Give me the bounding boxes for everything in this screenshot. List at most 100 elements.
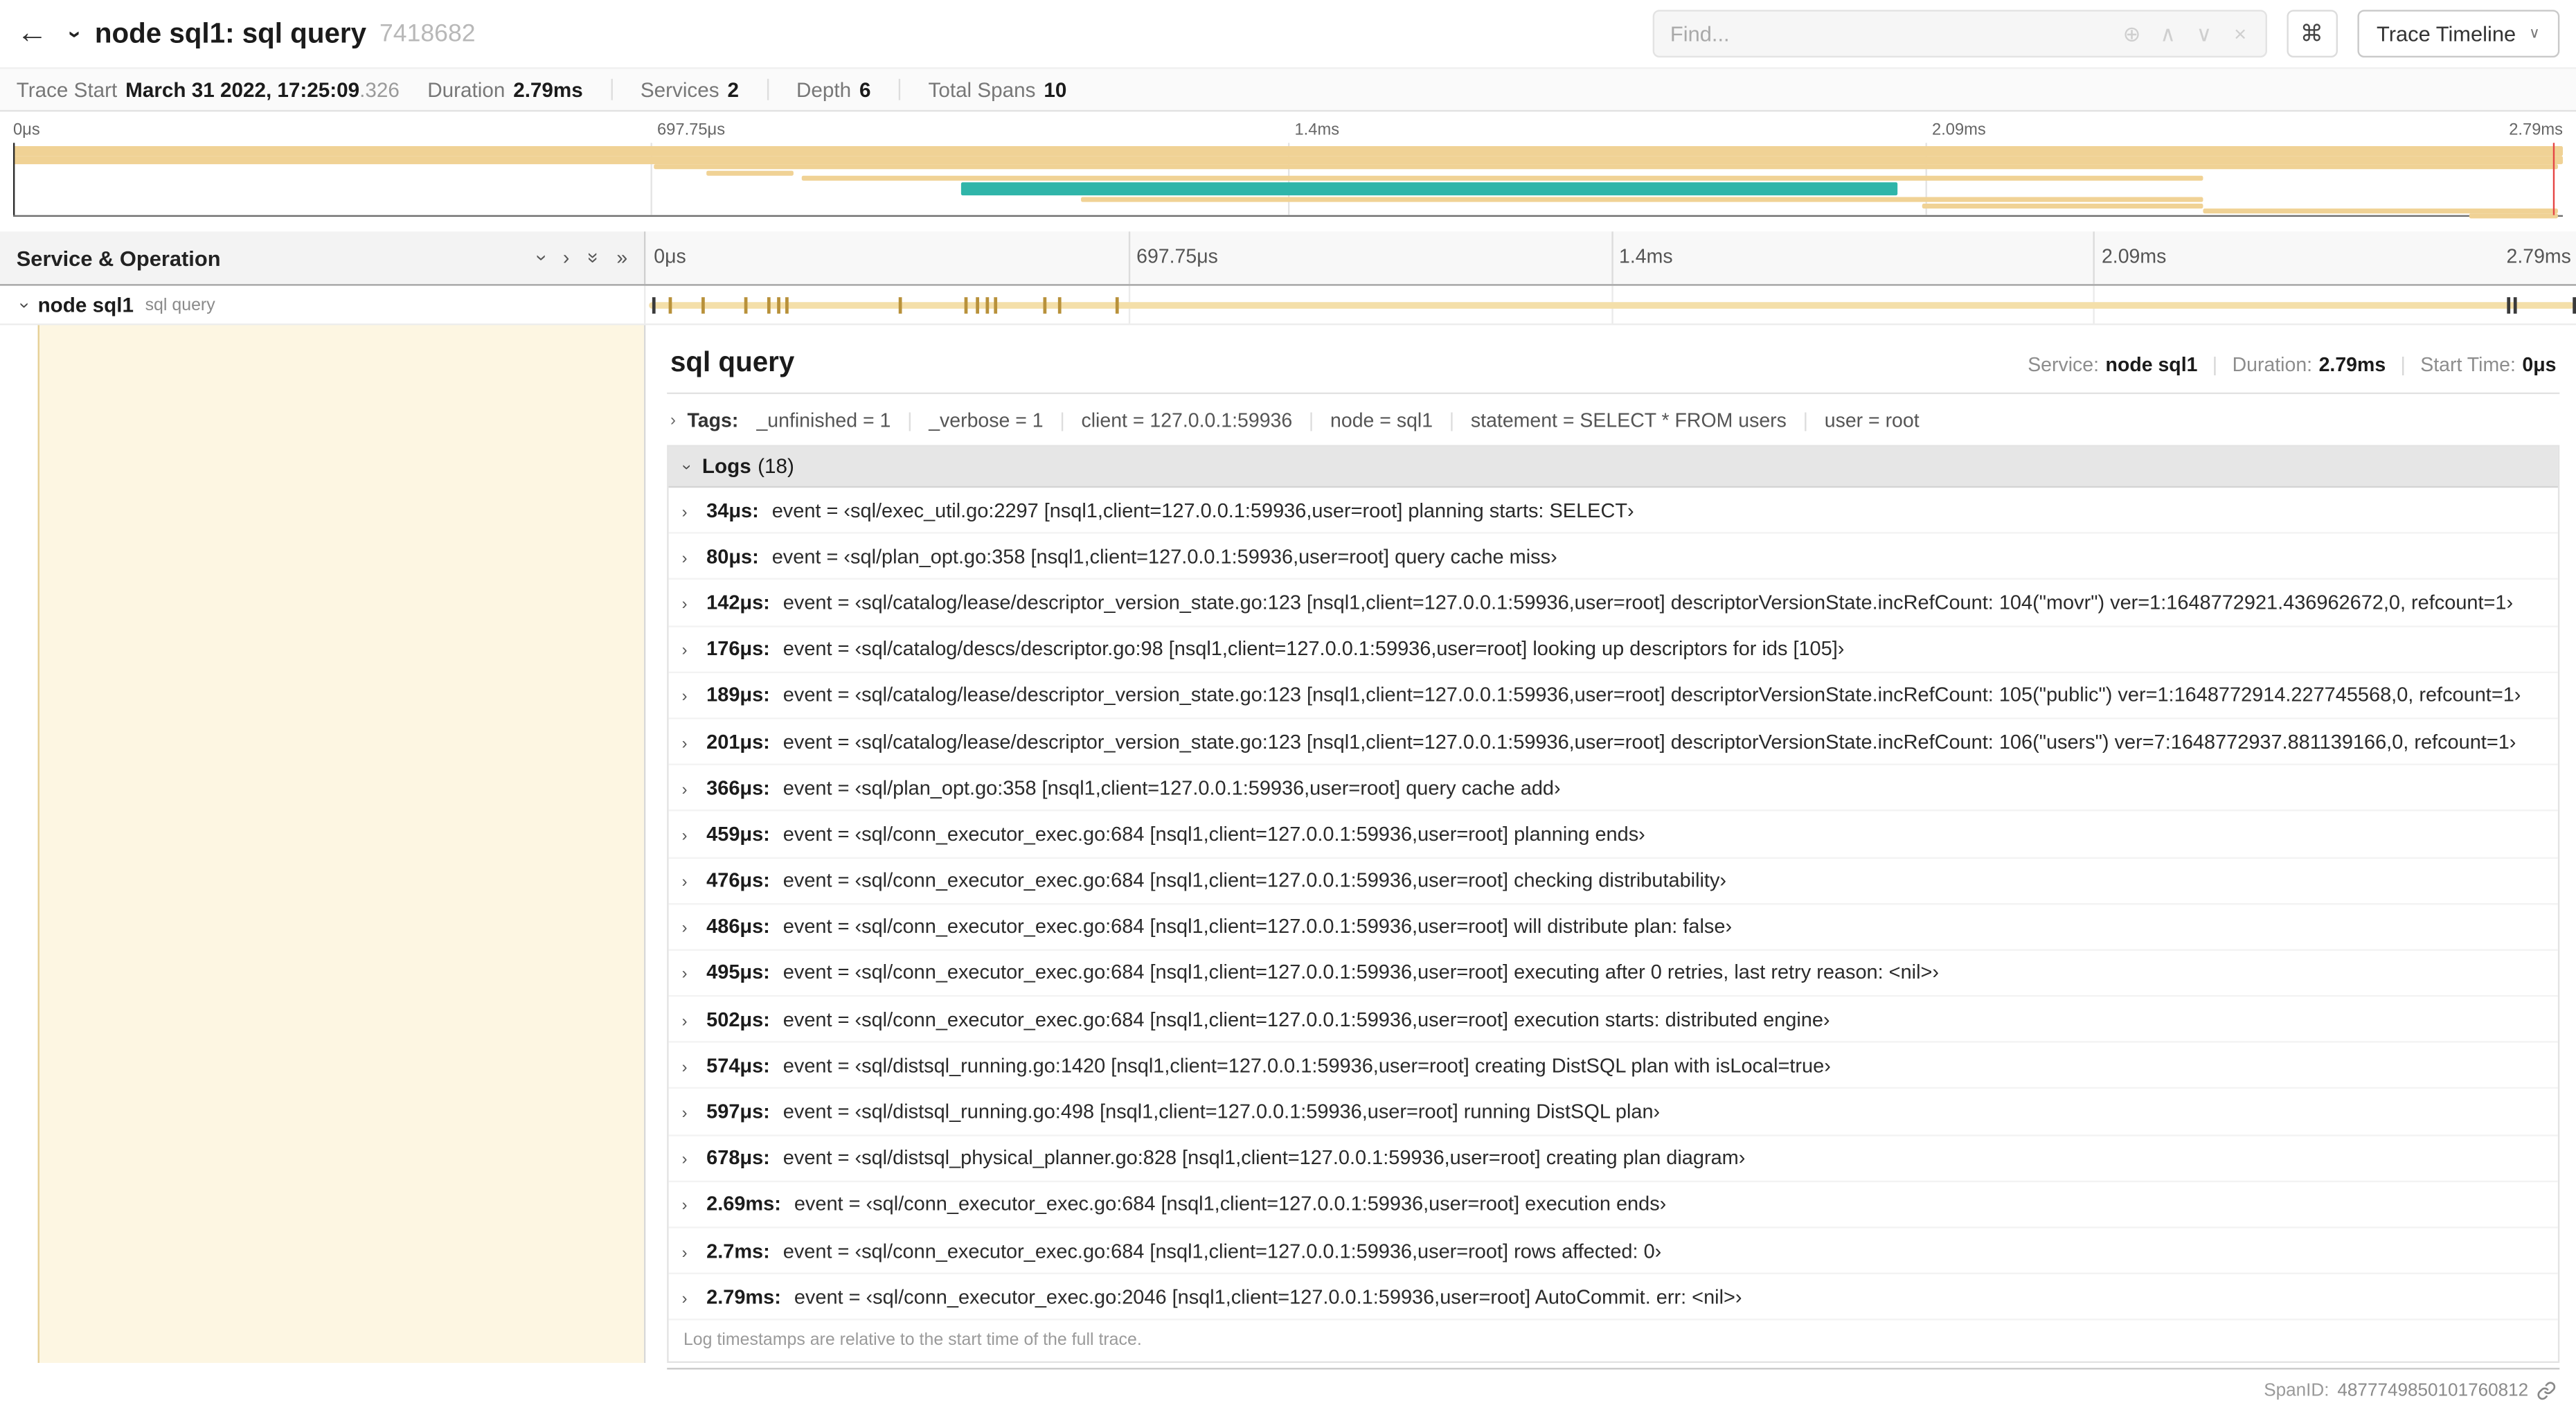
- span-detail-header: sql query Service: node sql1 | Duration: 2.7…: [667, 325, 2560, 395]
- match-count-icon[interactable]: ⊕: [2113, 21, 2149, 47]
- trace-minimap: 0μs 697.75μs 1.4ms 2.09ms 2.79ms: [0, 111, 2576, 218]
- chevron-right-icon: ›: [681, 827, 688, 846]
- keyboard-shortcuts-button[interactable]: ⌘: [2286, 10, 2338, 57]
- chevron-down-icon[interactable]: ›: [14, 291, 33, 319]
- log-row[interactable]: › 678μs: event = ‹sql/distsql_physical_pla…: [668, 1136, 2558, 1182]
- double-chevron-down-icon[interactable]: »: [582, 252, 605, 263]
- chevron-down-icon[interactable]: ›: [530, 255, 553, 261]
- tag-item: node = sql1: [1330, 409, 1433, 432]
- log-row[interactable]: › 34μs: event = ‹sql/exec_util.go:2297 [ns…: [668, 488, 2558, 535]
- minimap-left-scrubber[interactable]: [12, 143, 15, 215]
- chevron-right-icon: ›: [681, 1197, 688, 1216]
- log-row[interactable]: › 201μs: event = ‹sql/catalog/lease/descri…: [668, 719, 2558, 766]
- log-timestamp: 142μs:: [706, 591, 770, 614]
- logs-label: Logs: [701, 454, 751, 478]
- log-row[interactable]: › 176μs: event = ‹sql/catalog/descs/descri…: [668, 627, 2558, 673]
- log-tick-mark: [1058, 297, 1062, 314]
- log-tick-mark: [744, 297, 748, 314]
- log-row[interactable]: › 2.7ms: event = ‹sql/conn_executor_exec.g…: [668, 1229, 2558, 1275]
- log-row[interactable]: › 2.79ms: event = ‹sql/conn_executor_exec.…: [668, 1274, 2558, 1321]
- summary-item: Trace Start March 31 2022, 17:25:09.326: [17, 78, 400, 101]
- log-row[interactable]: › 366μs: event = ‹sql/plan_opt.go:358 [nsq…: [668, 765, 2558, 812]
- log-tick-mark: [976, 297, 979, 314]
- prev-result-icon[interactable]: ∧: [2150, 21, 2186, 47]
- tag-item: statement = SELECT * FROM users: [1470, 409, 1787, 432]
- log-timestamp: 495μs:: [706, 961, 770, 985]
- chevron-right-icon: ›: [681, 596, 688, 614]
- service-operation-header: Service & Operation › › » »: [0, 231, 646, 285]
- summary-divider: [611, 78, 613, 100]
- log-event-text: event = ‹sql/conn_executor_exec.go:684 […: [782, 868, 1727, 892]
- minimap-canvas[interactable]: [12, 143, 2564, 218]
- log-event-text: event = ‹sql/plan_opt.go:358 [nsql1,clie…: [782, 776, 1561, 800]
- span-row-name-cell[interactable]: › node sql1 sql query: [0, 285, 646, 324]
- log-timestamp: 597μs:: [706, 1100, 770, 1123]
- clear-find-icon[interactable]: ×: [2222, 21, 2258, 47]
- minimap-span-bar: [706, 170, 794, 175]
- chevron-right-icon: ›: [681, 1244, 688, 1262]
- span-row-track[interactable]: [645, 285, 2576, 324]
- expand-collapse-controls: › › » »: [530, 248, 627, 267]
- log-row[interactable]: › 476μs: event = ‹sql/conn_executor_exec.g…: [668, 858, 2558, 904]
- find-input[interactable]: [1670, 21, 2114, 46]
- log-event-text: event = ‹sql/distsql_running.go:1420 [ns…: [782, 1053, 1831, 1078]
- log-row[interactable]: › 486μs: event = ‹sql/conn_executor_exec.g…: [668, 904, 2558, 951]
- chevron-down-icon: ›: [677, 463, 695, 470]
- chevron-right-icon[interactable]: ›: [563, 248, 569, 267]
- command-icon: ⌘: [2300, 19, 2323, 46]
- summary-item: Total Spans 10: [929, 78, 1067, 101]
- summary-divider: [898, 78, 901, 100]
- log-row[interactable]: › 2.69ms: event = ‹sql/conn_executor_exec.…: [668, 1182, 2558, 1229]
- chevron-right-icon: ›: [670, 411, 676, 430]
- trace-collapse-icon[interactable]: ›: [63, 30, 89, 37]
- log-event-text: event = ‹sql/catalog/lease/descriptor_ve…: [782, 684, 2521, 707]
- minimap-span-bar: [12, 155, 2564, 165]
- link-icon[interactable]: [2537, 1382, 2556, 1401]
- minimap-span-bar: [1922, 202, 2203, 208]
- log-timestamp: 476μs:: [706, 868, 770, 892]
- back-arrow-icon[interactable]: ←: [17, 16, 66, 52]
- span-bar: [648, 302, 2575, 309]
- summary-item-label: Trace Start: [16, 78, 118, 101]
- log-row[interactable]: › 574μs: event = ‹sql/distsql_running.go:1…: [668, 1043, 2558, 1090]
- log-row[interactable]: › 495μs: event = ‹sql/conn_executor_exec.g…: [668, 951, 2558, 997]
- span-service-name: node sql1: [37, 293, 134, 316]
- double-chevron-right-icon[interactable]: »: [616, 248, 627, 267]
- log-row[interactable]: › 502μs: event = ‹sql/conn_executor_exec.g…: [668, 997, 2558, 1044]
- log-timestamp: 2.79ms:: [706, 1285, 781, 1309]
- span-tags-row[interactable]: › Tags: _unfinished = 1 | _verbose = 1 | clien…: [667, 394, 2559, 445]
- log-row[interactable]: › 189μs: event = ‹sql/catalog/lease/descri…: [668, 673, 2558, 720]
- view-selector-label: Trace Timeline: [2377, 21, 2516, 46]
- trace-id: 7418682: [379, 19, 476, 48]
- chevron-right-icon: ›: [681, 735, 688, 753]
- ruler-tick-label: 697.75μs: [1136, 244, 1218, 268]
- view-selector-button[interactable]: Trace Timeline ∨: [2356, 10, 2560, 57]
- minimap-span-bar: [800, 175, 2203, 181]
- log-row[interactable]: › 459μs: event = ‹sql/conn_executor_exec.g…: [668, 812, 2558, 858]
- name-column: [0, 325, 646, 1363]
- minimap-tick-label: 0μs: [12, 121, 40, 140]
- tag-item: _verbose = 1: [929, 409, 1044, 432]
- meta-label: Start Time:: [2420, 353, 2516, 376]
- log-tick-mark: [767, 297, 771, 314]
- log-row[interactable]: › 142μs: event = ‹sql/catalog/lease/descri…: [668, 580, 2558, 627]
- minimap-span-bar: [2203, 207, 2558, 213]
- chevron-right-icon: ›: [681, 642, 688, 661]
- log-row[interactable]: › 80μs: event = ‹sql/plan_opt.go:358 [nsql…: [668, 534, 2558, 580]
- log-event-text: event = ‹sql/conn_executor_exec.go:684 […: [782, 1008, 1830, 1031]
- log-timestamp: 678μs:: [706, 1146, 770, 1170]
- tag-separator: |: [1803, 409, 1809, 432]
- next-result-icon[interactable]: ∨: [2186, 21, 2222, 47]
- chevron-right-icon: ›: [681, 1012, 688, 1031]
- log-rows: › 34μs: event = ‹sql/exec_util.go:2297 [ns…: [668, 488, 2558, 1321]
- log-row[interactable]: › 597μs: event = ‹sql/distsql_running.go:4…: [668, 1089, 2558, 1136]
- span-detail-meta: Service: node sql1 | Duration: 2.79ms | Start …: [2028, 353, 2556, 376]
- meta-separator: |: [2212, 353, 2218, 376]
- tag-item: client = 127.0.0.1:59936: [1081, 409, 1293, 432]
- minimap-span-bar: [961, 182, 1897, 196]
- span-row: › node sql1 sql query: [0, 285, 2576, 325]
- logs-header[interactable]: › Logs (18): [668, 446, 2558, 488]
- ruler-tick-label: 0μs: [654, 244, 686, 268]
- summary-item-label: Duration: [427, 78, 506, 101]
- chevron-right-icon: ›: [681, 503, 688, 522]
